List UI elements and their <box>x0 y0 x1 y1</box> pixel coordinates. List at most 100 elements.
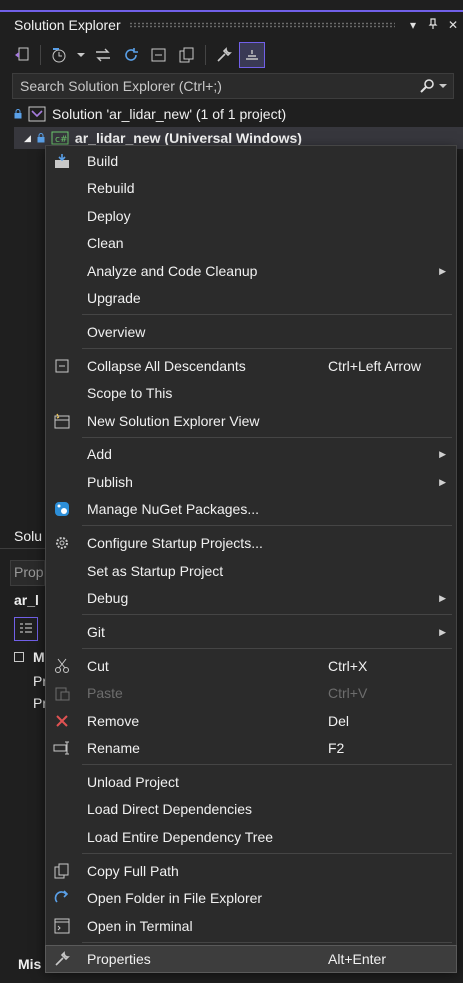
properties-wrench-icon[interactable] <box>212 43 236 67</box>
menu-separator <box>82 525 452 526</box>
submenu-arrow-icon: ▶ <box>439 476 446 487</box>
menu-separator <box>82 942 452 943</box>
menu-item-label: Deploy <box>87 208 131 224</box>
solution-node[interactable]: Solution 'ar_lidar_new' (1 of 1 project) <box>14 103 286 125</box>
menu-item-add[interactable]: Add ▶ <box>46 441 456 467</box>
menu-item-label: Collapse All Descendants <box>87 358 246 374</box>
menu-item-build[interactable]: Build <box>46 148 456 174</box>
menu-item-configure-startup[interactable]: Configure Startup Projects... <box>46 530 456 556</box>
menu-item-open-folder[interactable]: Open Folder in File Explorer <box>46 885 456 911</box>
menu-item-label: Add <box>87 446 112 462</box>
menu-item-label: Rebuild <box>87 180 135 196</box>
menu-item-overview[interactable]: Overview <box>46 319 456 345</box>
gear-icon <box>52 533 72 553</box>
menu-item-debug[interactable]: Debug ▶ <box>46 585 456 611</box>
search-input[interactable]: Search Solution Explorer (Ctrl+;) <box>12 73 454 99</box>
menu-item-analyze-cleanup[interactable]: Analyze and Code Cleanup ▶ <box>46 258 456 284</box>
drag-grip[interactable] <box>128 22 395 28</box>
rename-icon <box>52 738 72 758</box>
categorized-view-icon[interactable] <box>14 617 38 641</box>
menu-item-paste[interactable]: Paste Ctrl+V <box>46 680 456 706</box>
csharp-project-icon: c# <box>51 131 69 145</box>
menu-separator <box>82 348 452 349</box>
menu-item-label: Analyze and Code Cleanup <box>87 263 258 279</box>
menu-item-copy-full-path[interactable]: Copy Full Path <box>46 858 456 884</box>
scissors-icon <box>52 656 72 676</box>
menu-item-unload-project[interactable]: Unload Project <box>46 769 456 795</box>
menu-item-remove[interactable]: Remove Del <box>46 708 456 734</box>
menu-separator <box>82 437 452 438</box>
menu-separator <box>82 648 452 649</box>
menu-item-new-explorer-view[interactable]: New Solution Explorer View <box>46 408 456 434</box>
search-icon <box>420 79 434 93</box>
solution-explorer-titlebar: Solution Explorer ▾ ✕ <box>0 10 463 38</box>
menu-item-label: Clean <box>87 235 124 251</box>
menu-item-cut[interactable]: Cut Ctrl+X <box>46 653 456 679</box>
menu-item-shortcut: Alt+Enter <box>328 951 386 967</box>
switch-views-icon[interactable] <box>10 43 34 67</box>
new-view-icon <box>52 411 72 431</box>
menu-item-label: Load Entire Dependency Tree <box>87 829 274 845</box>
menu-item-load-direct-deps[interactable]: Load Direct Dependencies <box>46 796 456 822</box>
chevron-down-icon[interactable] <box>75 43 87 67</box>
expand-arrow-icon[interactable]: ◢ <box>24 133 31 144</box>
panel-divider <box>0 548 45 549</box>
menu-item-label: Rename <box>87 740 140 756</box>
refresh-icon[interactable] <box>119 43 143 67</box>
menu-item-set-startup[interactable]: Set as Startup Project <box>46 558 456 584</box>
menu-item-label: Upgrade <box>87 290 141 306</box>
show-all-files-icon[interactable] <box>175 43 199 67</box>
search-options[interactable] <box>419 78 447 94</box>
sync-with-document-icon[interactable] <box>91 43 115 67</box>
wrench-icon <box>52 949 72 969</box>
chevron-down-icon <box>439 84 447 88</box>
menu-separator <box>82 764 452 765</box>
project-label: ar_lidar_new (Universal Windows) <box>74 130 302 146</box>
toolbar-separator <box>205 45 206 65</box>
toolbar-separator <box>40 45 41 65</box>
pending-changes-filter-icon[interactable] <box>47 43 71 67</box>
menu-item-label: Load Direct Dependencies <box>87 801 252 817</box>
solution-tab-label[interactable]: Solu <box>14 528 42 544</box>
menu-item-label: Copy Full Path <box>87 863 179 879</box>
menu-item-collapse-all[interactable]: Collapse All Descendants Ctrl+Left Arrow <box>46 353 456 379</box>
preview-selected-items-icon[interactable] <box>239 42 265 68</box>
menu-item-upgrade[interactable]: Upgrade <box>46 285 456 311</box>
menu-item-rename[interactable]: Rename F2 <box>46 735 456 761</box>
menu-item-deploy[interactable]: Deploy <box>46 203 456 229</box>
menu-item-label: Configure Startup Projects... <box>87 535 263 551</box>
menu-item-label: Scope to This <box>87 385 173 401</box>
menu-item-load-entire-tree[interactable]: Load Entire Dependency Tree <box>46 824 456 850</box>
misc-description-label: Mis <box>18 956 42 972</box>
submenu-arrow-icon: ▶ <box>439 592 446 603</box>
close-icon[interactable]: ✕ <box>443 18 463 32</box>
pin-icon[interactable] <box>423 17 443 33</box>
menu-item-publish[interactable]: Publish ▶ <box>46 469 456 495</box>
menu-item-label: Manage NuGet Packages... <box>87 501 259 517</box>
menu-separator <box>82 614 452 615</box>
collapse-all-icon[interactable] <box>147 43 171 67</box>
properties-tab-label: Prop <box>14 564 44 580</box>
menu-item-label: Open in Terminal <box>87 918 193 934</box>
menu-item-open-terminal[interactable]: Open in Terminal <box>46 913 456 939</box>
menu-item-label: Remove <box>87 713 140 729</box>
menu-item-properties[interactable]: Properties Alt+Enter <box>45 945 457 973</box>
menu-item-clean[interactable]: Clean <box>46 230 456 256</box>
collapse-category-icon[interactable] <box>14 652 24 662</box>
menu-item-label: Cut <box>87 658 109 674</box>
collapse-icon <box>52 356 72 376</box>
menu-item-git[interactable]: Git ▶ <box>46 619 456 645</box>
menu-item-label: Overview <box>87 324 146 340</box>
nuget-icon <box>52 499 72 519</box>
window-position-dropdown-icon[interactable]: ▾ <box>403 18 423 32</box>
solution-icon <box>28 106 46 122</box>
submenu-arrow-icon: ▶ <box>439 265 446 276</box>
menu-item-rebuild[interactable]: Rebuild <box>46 175 456 201</box>
menu-item-scope-to-this[interactable]: Scope to This <box>46 380 456 406</box>
remove-x-icon <box>52 711 72 731</box>
lock-icon <box>14 109 22 119</box>
build-icon <box>52 151 72 171</box>
misc-category-label: M <box>33 649 45 665</box>
paste-icon <box>52 683 72 703</box>
menu-item-manage-nuget[interactable]: Manage NuGet Packages... <box>46 496 456 522</box>
